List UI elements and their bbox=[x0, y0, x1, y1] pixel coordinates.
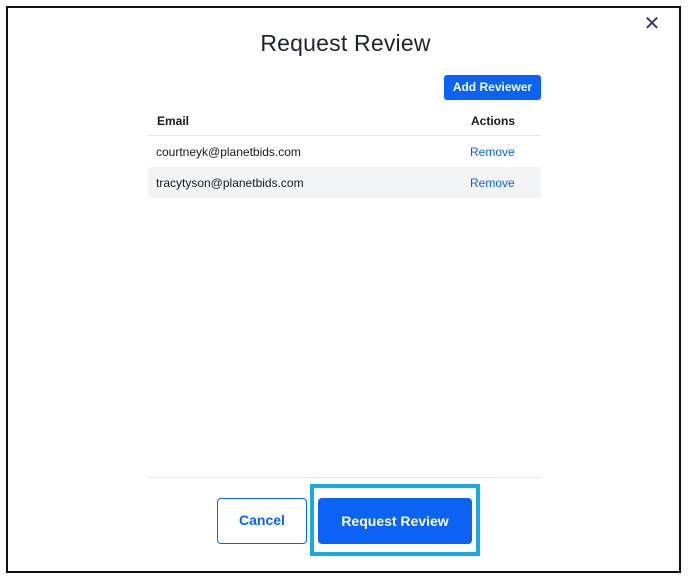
reviewer-email: tracytyson@planetbids.com bbox=[156, 176, 304, 190]
column-header-actions: Actions bbox=[471, 114, 516, 128]
remove-link[interactable]: Remove bbox=[470, 145, 515, 159]
reviewers-table: Email Actions courtneyk@planetbids.com R… bbox=[148, 106, 541, 198]
reviewer-email: courtneyk@planetbids.com bbox=[156, 145, 301, 159]
footer-divider bbox=[148, 477, 541, 478]
cancel-button[interactable]: Cancel bbox=[217, 498, 307, 544]
column-header-email: Email bbox=[157, 114, 190, 128]
remove-link[interactable]: Remove bbox=[470, 176, 515, 190]
dialog-title: Request Review bbox=[260, 30, 431, 56]
table-row: tracytyson@planetbids.com Remove bbox=[148, 167, 541, 198]
table-row: courtneyk@planetbids.com Remove bbox=[148, 136, 541, 167]
table-header: Email Actions bbox=[148, 106, 541, 136]
request-review-button[interactable]: Request Review bbox=[318, 498, 472, 544]
add-reviewer-button[interactable]: Add Reviewer bbox=[444, 75, 541, 100]
